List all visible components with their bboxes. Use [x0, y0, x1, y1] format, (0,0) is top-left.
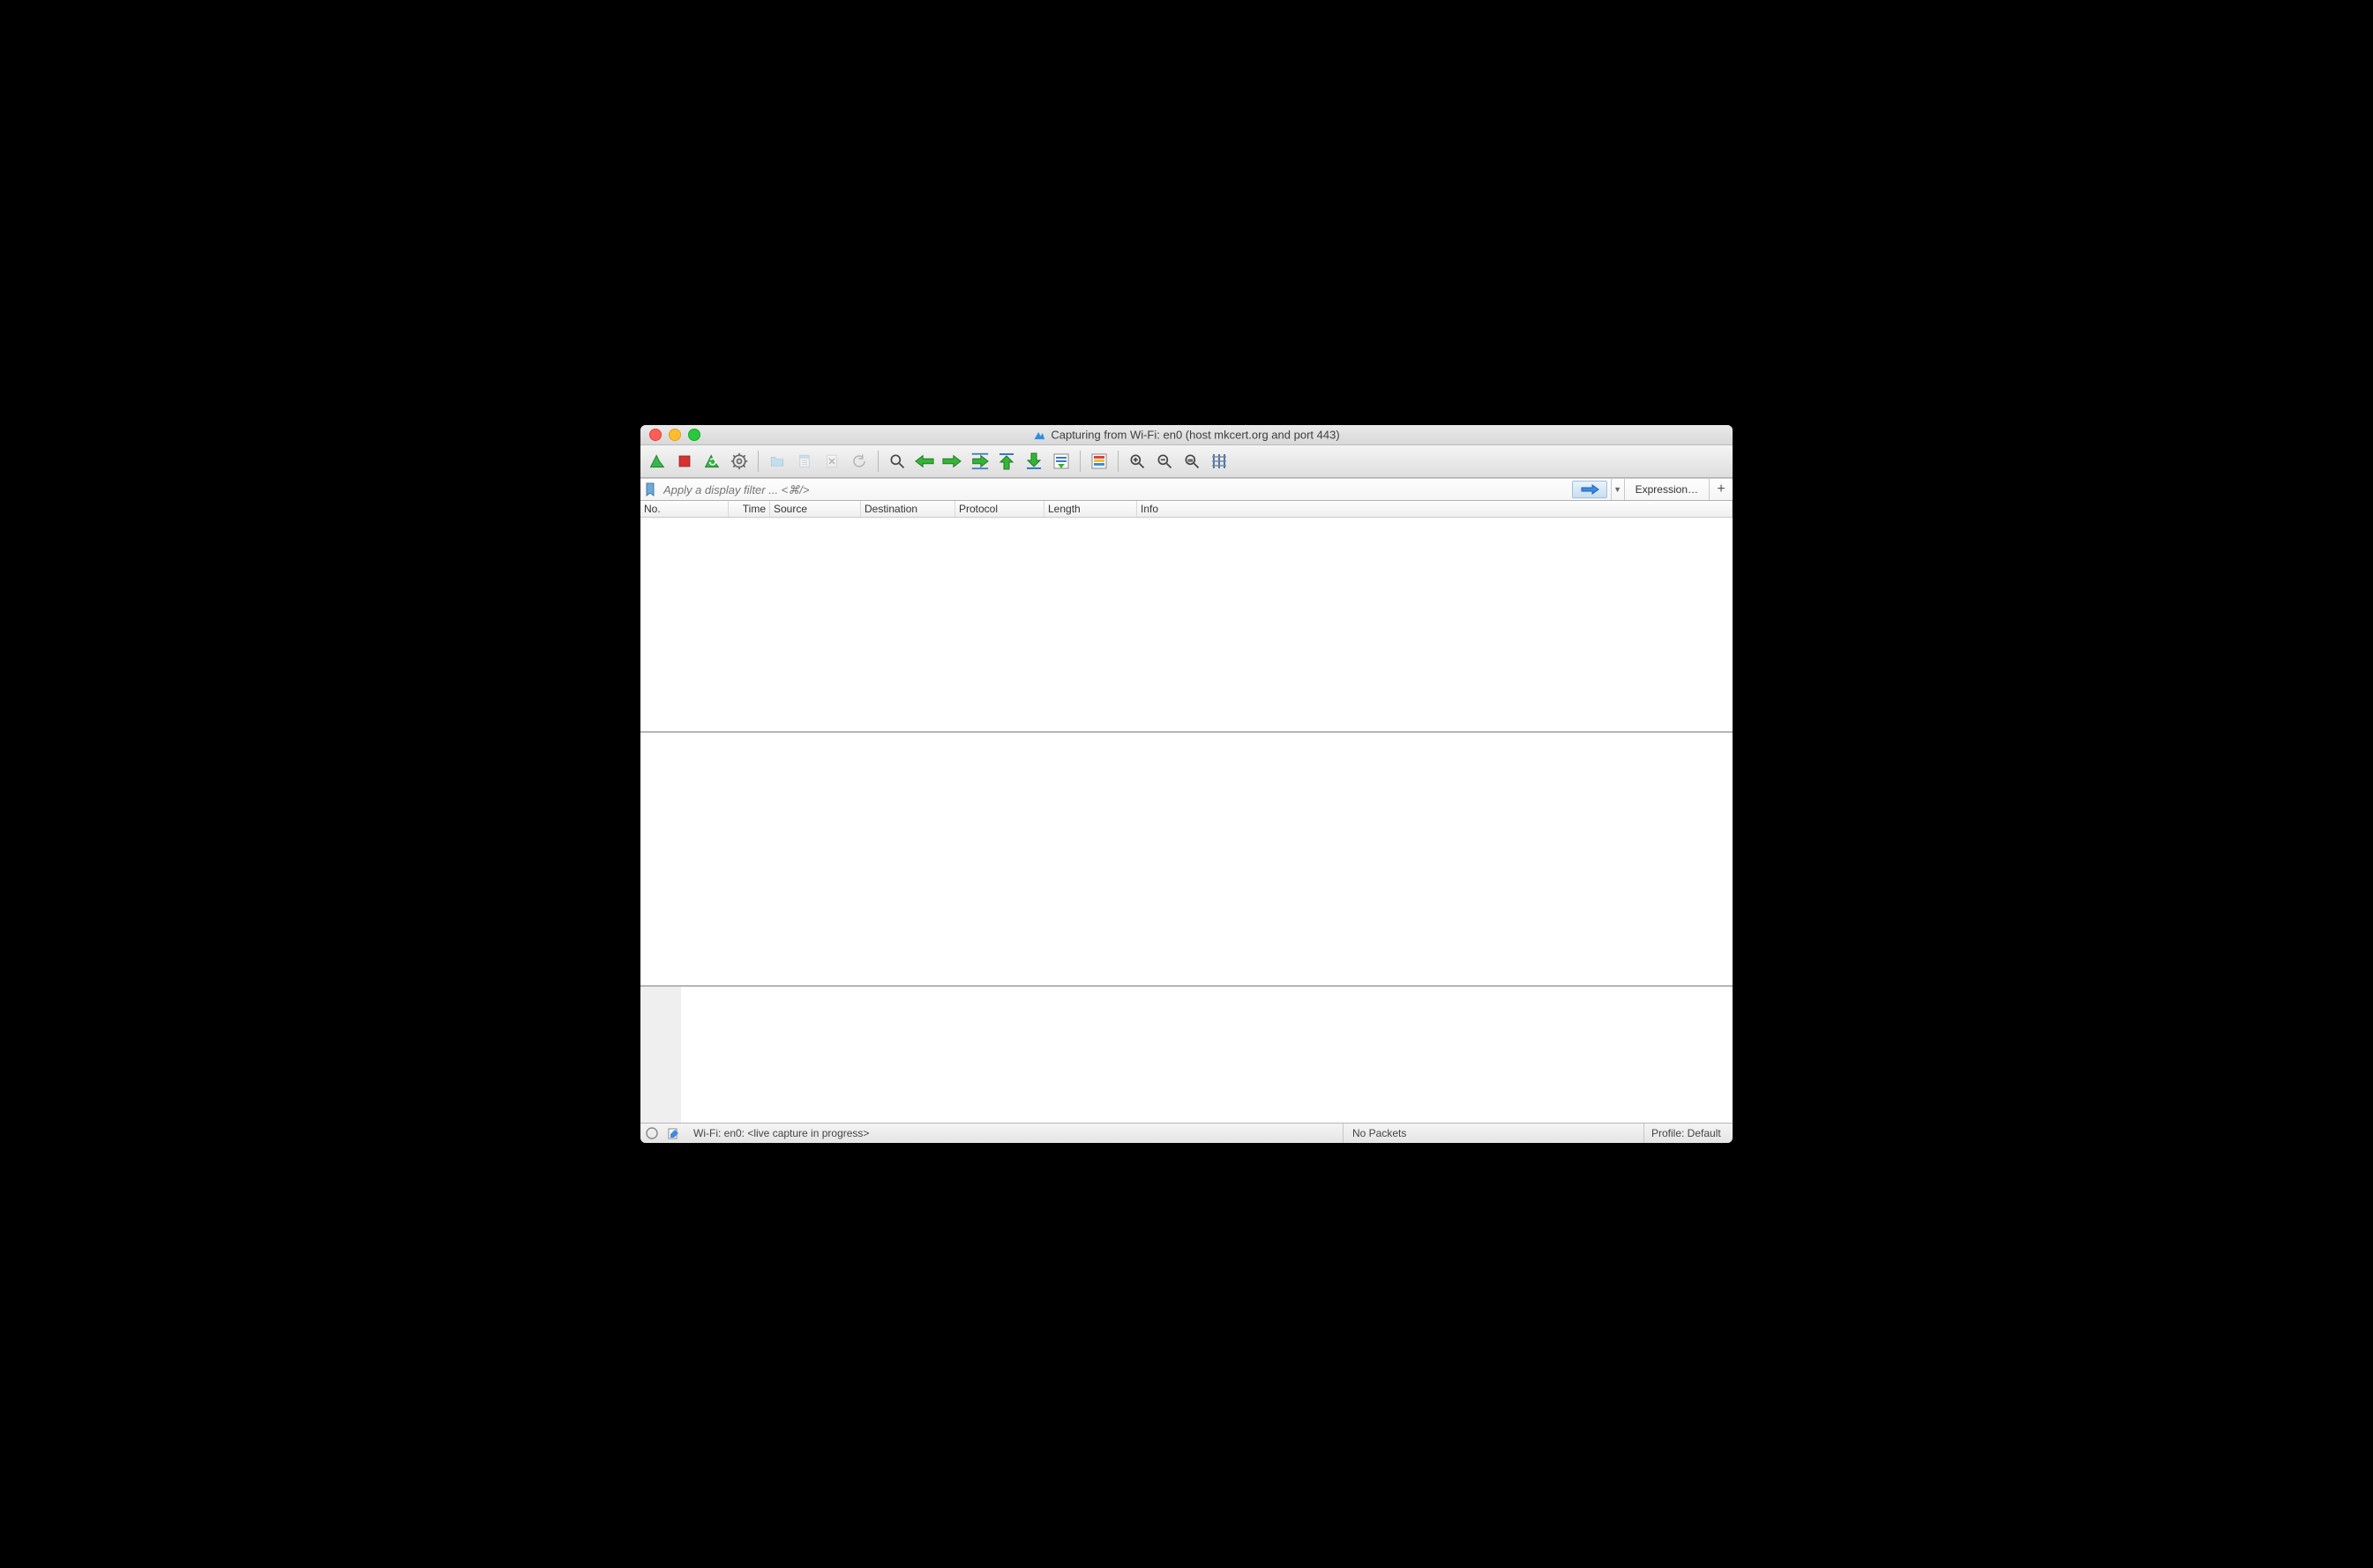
colorize-icon	[1090, 452, 1108, 470]
restart-capture-button[interactable]	[699, 449, 725, 474]
reload-file-button[interactable]	[846, 449, 872, 474]
wireshark-logo-icon	[1033, 429, 1045, 441]
close-window-button[interactable]	[649, 429, 662, 441]
column-header-destination[interactable]: Destination	[861, 501, 955, 517]
traffic-lights	[640, 429, 700, 441]
reload-icon	[851, 453, 867, 469]
zoom-in-icon	[1128, 452, 1146, 470]
column-header-no[interactable]: No.	[640, 501, 729, 517]
zoom-in-button[interactable]	[1124, 449, 1150, 474]
arrow-down-bar-icon	[1026, 452, 1042, 470]
apply-filter-button[interactable]	[1572, 481, 1607, 498]
bytes-offset-gutter	[640, 987, 681, 1123]
open-file-button[interactable]	[764, 449, 790, 474]
restart-fin-icon	[703, 452, 721, 470]
note-pencil-icon	[668, 1127, 680, 1139]
status-message: Wi-Fi: en0: <live capture in progress>	[685, 1124, 1343, 1143]
close-file-icon	[824, 452, 840, 470]
folder-icon	[768, 453, 786, 469]
toolbar-separator	[1118, 451, 1119, 472]
display-filter-input[interactable]	[660, 483, 1568, 497]
close-file-button[interactable]	[819, 449, 845, 474]
magnifier-icon	[888, 452, 906, 470]
status-packets: No Packets	[1343, 1124, 1643, 1143]
save-file-button[interactable]	[791, 449, 818, 474]
save-icon	[797, 452, 812, 470]
title-container: Capturing from Wi-Fi: en0 (host mkcert.o…	[1033, 429, 1339, 442]
status-bar: Wi-Fi: en0: <live capture in progress> N…	[640, 1123, 1733, 1143]
auto-scroll-icon	[1052, 452, 1070, 470]
toolbar-separator	[878, 451, 879, 472]
arrow-left-icon	[915, 454, 934, 468]
jump-to-packet-button[interactable]	[966, 449, 992, 474]
packet-list-header: No. Time Source Destination Protocol Len…	[640, 501, 1733, 518]
add-filter-button[interactable]: +	[1709, 479, 1733, 500]
expert-info-button[interactable]	[646, 1127, 658, 1139]
shark-fin-icon	[648, 452, 666, 470]
stop-icon	[677, 453, 692, 469]
zoom-out-icon	[1156, 452, 1173, 470]
zoom-reset-button[interactable]	[1179, 449, 1205, 474]
gear-icon	[730, 452, 748, 470]
apply-arrow-icon	[1580, 484, 1599, 495]
minimize-window-button[interactable]	[669, 429, 681, 441]
column-header-length[interactable]: Length	[1044, 501, 1137, 517]
edit-capture-comment-button[interactable]	[668, 1127, 680, 1139]
toolbar-separator	[1080, 451, 1081, 472]
colorize-button[interactable]	[1086, 449, 1112, 474]
go-last-packet-button[interactable]	[1021, 449, 1047, 474]
packet-bytes-pane[interactable]	[640, 985, 1733, 1123]
toolbar-separator	[758, 451, 759, 472]
resize-columns-button[interactable]	[1206, 449, 1232, 474]
arrow-up-bar-icon	[999, 452, 1014, 470]
main-toolbar	[640, 445, 1733, 478]
zoom-window-button[interactable]	[688, 429, 700, 441]
stop-capture-button[interactable]	[671, 449, 698, 474]
packet-details-pane[interactable]	[640, 731, 1733, 985]
filter-bookmark-button[interactable]	[640, 482, 660, 497]
titlebar: Capturing from Wi-Fi: en0 (host mkcert.o…	[640, 425, 1733, 445]
window-title: Capturing from Wi-Fi: en0 (host mkcert.o…	[1051, 429, 1339, 442]
bookmark-icon	[645, 482, 655, 497]
column-header-info[interactable]: Info	[1137, 501, 1733, 517]
zoom-out-button[interactable]	[1151, 449, 1178, 474]
start-capture-button[interactable]	[644, 449, 670, 474]
display-filter-bar: ▼ Expression… +	[640, 478, 1733, 501]
status-profile-button[interactable]: Profile: Default	[1643, 1124, 1733, 1143]
column-header-time[interactable]: Time	[729, 501, 770, 517]
go-forward-button[interactable]	[939, 449, 965, 474]
zoom-reset-icon	[1183, 452, 1201, 470]
auto-scroll-button[interactable]	[1048, 449, 1074, 474]
capture-options-button[interactable]	[726, 449, 752, 474]
column-header-source[interactable]: Source	[770, 501, 861, 517]
go-back-button[interactable]	[911, 449, 938, 474]
app-window: Capturing from Wi-Fi: en0 (host mkcert.o…	[640, 425, 1733, 1143]
packet-list-pane[interactable]	[640, 518, 1733, 731]
find-packet-button[interactable]	[884, 449, 910, 474]
go-first-packet-button[interactable]	[993, 449, 1020, 474]
expert-info-icon	[646, 1127, 658, 1139]
jump-icon	[969, 452, 989, 470]
arrow-right-icon	[942, 454, 962, 468]
filter-history-dropdown[interactable]: ▼	[1611, 479, 1624, 500]
expression-button[interactable]: Expression…	[1624, 479, 1709, 500]
column-header-protocol[interactable]: Protocol	[955, 501, 1044, 517]
resize-columns-icon	[1210, 452, 1228, 470]
